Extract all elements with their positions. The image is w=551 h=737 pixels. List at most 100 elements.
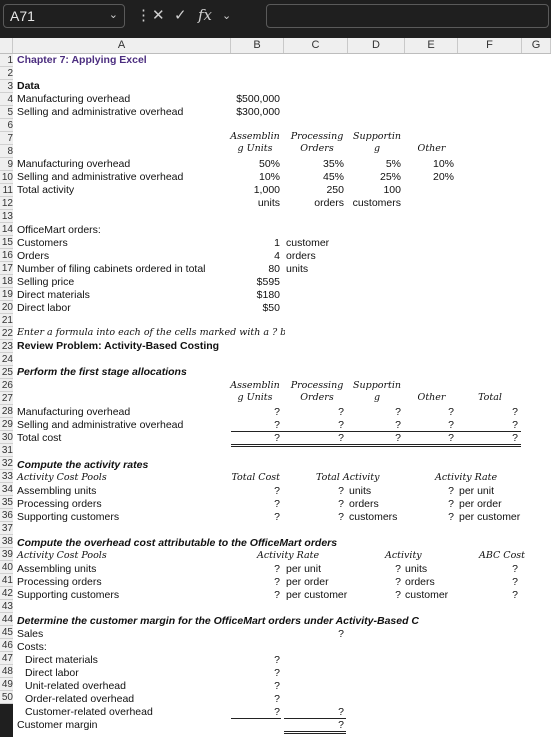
- fs-mfg-c[interactable]: ?: [284, 406, 344, 418]
- om-value-customers[interactable]: 1: [231, 237, 280, 249]
- rates-activity-processing[interactable]: ?: [284, 498, 344, 510]
- fs-total-e[interactable]: ?: [405, 432, 454, 444]
- row-header[interactable]: 3: [0, 80, 13, 93]
- rates-activity-assembly[interactable]: ?: [284, 485, 344, 497]
- row-header[interactable]: 29: [0, 418, 13, 431]
- row-header[interactable]: 17: [0, 262, 13, 275]
- rates-activity-supporting[interactable]: ?: [284, 511, 344, 523]
- column-header-d[interactable]: D: [348, 38, 405, 53]
- row-header[interactable]: 45: [0, 626, 13, 639]
- row-header[interactable]: 26: [0, 379, 13, 392]
- name-box[interactable]: A71 ⌄: [3, 4, 125, 28]
- row-header[interactable]: 44: [0, 613, 13, 626]
- row-header[interactable]: 36: [0, 509, 13, 522]
- row-header[interactable]: 10: [0, 171, 13, 184]
- row-header[interactable]: 50: [0, 691, 13, 704]
- chevron-down-icon[interactable]: ⌄: [109, 8, 118, 21]
- rates-total-assembly[interactable]: ?: [231, 485, 280, 497]
- rates-rate-supporting[interactable]: ?: [405, 511, 454, 523]
- row-header[interactable]: 9: [0, 158, 13, 171]
- om-value-cabinets[interactable]: 80: [231, 263, 280, 275]
- column-header-c[interactable]: C: [284, 38, 348, 53]
- formula-input[interactable]: [266, 4, 549, 28]
- fs-mfg-f[interactable]: ?: [458, 406, 518, 418]
- enter-icon[interactable]: ✓: [174, 6, 187, 24]
- dist-mfg-d[interactable]: 5%: [348, 158, 401, 170]
- row-header[interactable]: 38: [0, 535, 13, 548]
- row-header[interactable]: 49: [0, 678, 13, 691]
- fx-chevron-icon[interactable]: ⌄: [222, 9, 231, 22]
- rates-rate-processing[interactable]: ?: [405, 498, 454, 510]
- fs-total-b[interactable]: ?: [231, 432, 280, 444]
- oh-abc-supporting[interactable]: ?: [458, 589, 518, 601]
- row-header[interactable]: 24: [0, 353, 13, 366]
- total-activity-c[interactable]: 250: [284, 184, 344, 196]
- cost-value-materials[interactable]: ?: [231, 654, 280, 666]
- fs-sga-e[interactable]: ?: [405, 419, 454, 431]
- row-header[interactable]: 7: [0, 132, 13, 145]
- row-header[interactable]: 2: [0, 67, 13, 80]
- mfg-overhead-value[interactable]: $500,000: [231, 93, 280, 105]
- row-header[interactable]: 28: [0, 405, 13, 418]
- row-header[interactable]: 35: [0, 496, 13, 509]
- row-header[interactable]: 42: [0, 587, 13, 600]
- row-header[interactable]: 22: [0, 327, 13, 340]
- row-header[interactable]: 32: [0, 457, 13, 470]
- row-header[interactable]: 15: [0, 236, 13, 249]
- row-header[interactable]: 14: [0, 223, 13, 236]
- row-header[interactable]: 5: [0, 106, 13, 119]
- row-header[interactable]: 30: [0, 431, 13, 444]
- row-header[interactable]: 19: [0, 288, 13, 301]
- fs-total-d[interactable]: ?: [348, 432, 401, 444]
- om-value-orders[interactable]: 4: [231, 250, 280, 262]
- row-header[interactable]: 23: [0, 340, 13, 353]
- fs-total-f[interactable]: ?: [458, 432, 518, 444]
- row-header[interactable]: 6: [0, 119, 13, 132]
- sales-value[interactable]: ?: [284, 628, 344, 640]
- row-header[interactable]: 48: [0, 665, 13, 678]
- oh-activity-processing[interactable]: ?: [348, 576, 401, 588]
- oh-rate-assembly[interactable]: ?: [231, 563, 280, 575]
- oh-rate-processing[interactable]: ?: [231, 576, 280, 588]
- cost-value-unit[interactable]: ?: [231, 680, 280, 692]
- sheet-grid[interactable]: Chapter 7: Applying Excel Data Manufactu…: [13, 54, 551, 737]
- cost-value-customer[interactable]: ?: [231, 706, 280, 718]
- row-header[interactable]: 37: [0, 522, 13, 535]
- oh-abc-assembly[interactable]: ?: [458, 563, 518, 575]
- row-header[interactable]: 47: [0, 652, 13, 665]
- row-header[interactable]: 39: [0, 548, 13, 561]
- row-header[interactable]: 33: [0, 470, 13, 483]
- cost-value-labor[interactable]: ?: [231, 667, 280, 679]
- oh-activity-assembly[interactable]: ?: [348, 563, 401, 575]
- dist-sga-d[interactable]: 25%: [348, 171, 401, 183]
- om-value-labor[interactable]: $50: [231, 302, 280, 314]
- row-header[interactable]: 8: [0, 145, 13, 158]
- row-header[interactable]: 21: [0, 314, 13, 327]
- column-header-e[interactable]: E: [405, 38, 458, 53]
- fs-sga-f[interactable]: ?: [458, 419, 518, 431]
- row-header[interactable]: 1: [0, 54, 13, 67]
- row-header[interactable]: 31: [0, 444, 13, 457]
- fs-mfg-e[interactable]: ?: [405, 406, 454, 418]
- dist-mfg-b[interactable]: 50%: [231, 158, 280, 170]
- row-header[interactable]: 11: [0, 184, 13, 197]
- oh-activity-supporting[interactable]: ?: [348, 589, 401, 601]
- oh-abc-processing[interactable]: ?: [458, 576, 518, 588]
- rates-total-processing[interactable]: ?: [231, 498, 280, 510]
- select-all-corner[interactable]: [0, 38, 13, 53]
- dist-sga-c[interactable]: 45%: [284, 171, 344, 183]
- customer-margin-value[interactable]: ?: [284, 719, 344, 731]
- cancel-icon[interactable]: ✕: [152, 6, 165, 24]
- dist-mfg-e[interactable]: 10%: [405, 158, 454, 170]
- column-header-b[interactable]: B: [231, 38, 284, 53]
- fx-icon[interactable]: fx: [198, 6, 212, 24]
- oh-rate-supporting[interactable]: ?: [231, 589, 280, 601]
- om-value-materials[interactable]: $180: [231, 289, 280, 301]
- row-header[interactable]: 43: [0, 600, 13, 613]
- rates-total-supporting[interactable]: ?: [231, 511, 280, 523]
- cost-total-value[interactable]: ?: [284, 706, 344, 718]
- more-options-icon[interactable]: ⋮: [136, 6, 151, 24]
- sga-value[interactable]: $300,000: [231, 106, 280, 118]
- fs-sga-d[interactable]: ?: [348, 419, 401, 431]
- total-activity-b[interactable]: 1,000: [231, 184, 280, 196]
